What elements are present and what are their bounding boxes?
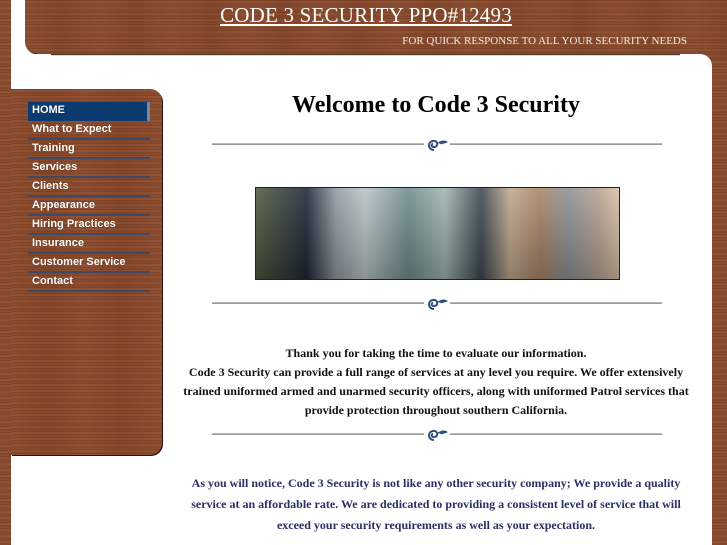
closing-paragraph: As you will notice, Code 3 Security is n… (191, 476, 681, 532)
right-wood-border (712, 60, 727, 545)
sidebar-item-appearance[interactable]: Appearance (28, 197, 150, 216)
divider (212, 137, 662, 153)
swirl-ornament-icon (424, 296, 450, 312)
intro-line: Thank you for taking the time to evaluat… (285, 346, 587, 360)
site-title: CODE 3 SECURITY PPO#12493 (220, 3, 512, 27)
left-wood-border (0, 0, 11, 545)
sidebar-item-contact[interactable]: Contact (28, 273, 150, 292)
sidebar-item-customer-service[interactable]: Customer Service (28, 254, 150, 273)
intro-text: Thank you for taking the time to evaluat… (180, 344, 692, 420)
sidebar-item-services[interactable]: Services (28, 159, 150, 178)
frame-corner-right (680, 54, 712, 94)
swirl-ornament-icon (424, 137, 450, 153)
site-tagline: FOR QUICK RESPONSE TO ALL YOUR SECURITY … (402, 35, 687, 47)
divider (212, 296, 662, 312)
sidebar-item-what-to-expect[interactable]: What to Expect (28, 121, 150, 140)
sidebar-item-insurance[interactable]: Insurance (28, 235, 150, 254)
hero-banner-image (255, 187, 620, 280)
sidebar-nav: HOME What to Expect Training Services Cl… (28, 102, 150, 292)
sidebar-item-home[interactable]: HOME (28, 102, 150, 121)
sidebar-item-hiring-practices[interactable]: Hiring Practices (28, 216, 150, 235)
banner-shade (256, 188, 619, 279)
sidebar-item-training[interactable]: Training (28, 140, 150, 159)
sidebar-item-clients[interactable]: Clients (28, 178, 150, 197)
page-title: Welcome to Code 3 Security (292, 92, 580, 118)
divider (212, 427, 662, 443)
frame-corner-left (11, 54, 51, 94)
intro-paragraph: Code 3 Security can provide a full range… (183, 365, 689, 417)
swirl-ornament-icon (424, 427, 450, 443)
